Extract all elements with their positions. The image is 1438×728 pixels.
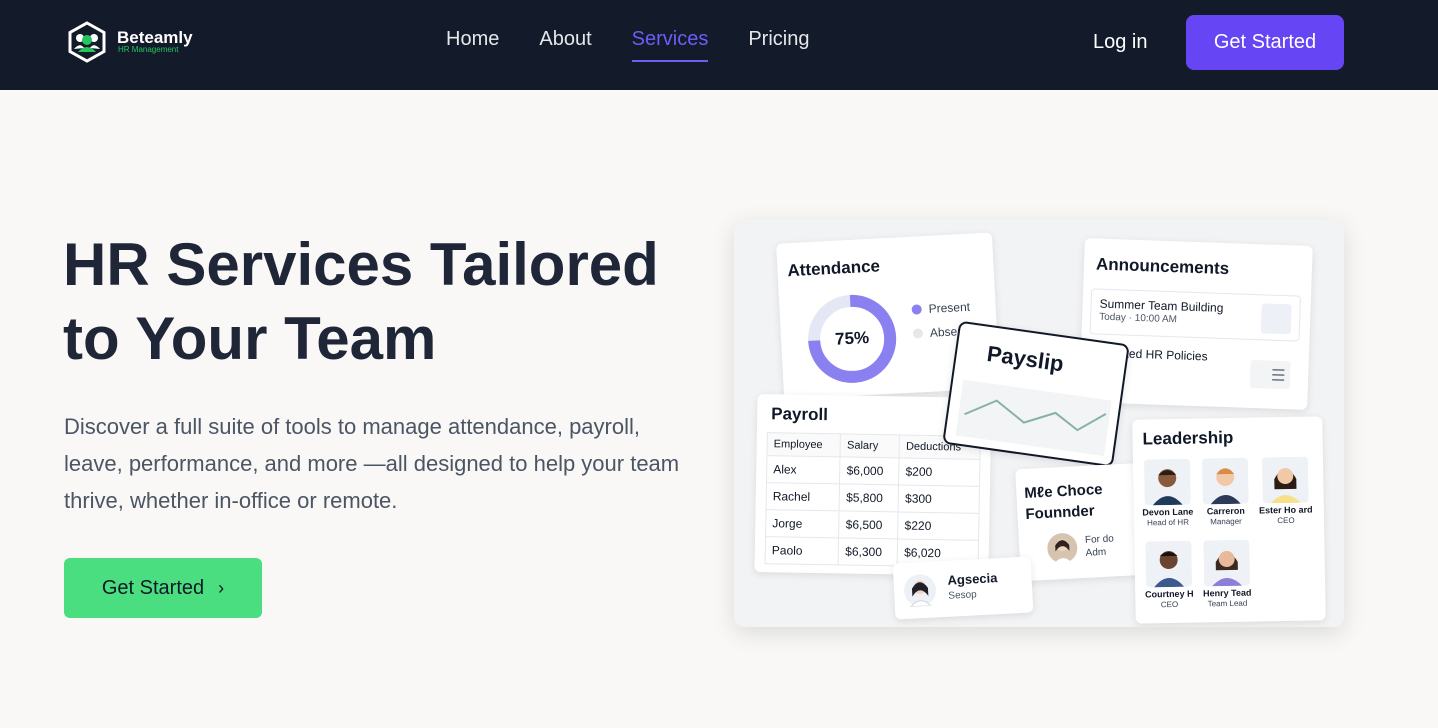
- deduction-cell: $220: [897, 511, 980, 541]
- deduction-cell: $300: [898, 484, 980, 514]
- leader-profile: Courtney H CEO: [1140, 540, 1197, 610]
- deduction-cell: $200: [898, 457, 980, 487]
- leader-name: Courtney H: [1144, 588, 1194, 600]
- nav-get-started-button[interactable]: Get Started: [1186, 15, 1344, 70]
- main-nav: Home About Services Pricing: [446, 28, 809, 62]
- founder-card: Mℓe Choce Founnder For do Adm: [1015, 462, 1151, 582]
- leader-role: Manager: [1210, 516, 1242, 527]
- chevron-right-icon: ›: [218, 577, 225, 598]
- leader-profile: Ester Ho ard CEO: [1257, 456, 1314, 526]
- founder-title-line2: Founnder: [1025, 502, 1096, 523]
- avatar: [1201, 457, 1249, 505]
- payslip-card: Payslip: [942, 320, 1130, 468]
- leader-name: Carreron: [1206, 505, 1245, 517]
- avatar: [1143, 458, 1191, 506]
- avatar: [1047, 533, 1078, 564]
- profile-name: Agsecia: [947, 570, 998, 588]
- hero-title-line2: to Your Team: [63, 305, 437, 372]
- payroll-title: Payroll: [771, 404, 829, 425]
- nav-link-pricing[interactable]: Pricing: [748, 28, 809, 62]
- announcement-thumbnail: [1260, 303, 1292, 335]
- leader-role: Head of HR: [1147, 517, 1190, 528]
- brand-tagline: HR Management: [118, 45, 179, 54]
- leader-profile: Devon Lane Head of HR: [1139, 458, 1196, 528]
- leader-profile: Henry Tead Team Lead: [1198, 539, 1255, 609]
- payslip-trend-line-icon: [955, 379, 1112, 457]
- profile-card: Agsecia Sesop: [892, 556, 1034, 620]
- founder-subtitle: For do Adm: [1085, 532, 1115, 559]
- leader-name: Devon Lane: [1142, 506, 1194, 518]
- leader-name: Ester Ho ard: [1258, 504, 1313, 516]
- announcements-title: Announcements: [1095, 254, 1230, 279]
- attendance-title: Attendance: [786, 256, 881, 281]
- legend-present: Present: [911, 300, 970, 317]
- leader-profile: Carreron Manager: [1197, 457, 1254, 527]
- brand-logo[interactable]: Beteamly HR Management: [66, 21, 193, 63]
- payslip-title: Payslip: [985, 340, 1066, 377]
- login-link[interactable]: Log in: [1093, 31, 1148, 54]
- profile-role: Sesop: [948, 589, 978, 602]
- avatar: [1145, 540, 1193, 588]
- hero-illustration: Attendance 75% Present Absent Announceme…: [734, 220, 1344, 627]
- legend-absent-swatch: [912, 328, 924, 339]
- leader-role: Team Lead: [1207, 598, 1248, 609]
- leader-name: Henry Tead: [1203, 587, 1252, 599]
- attendance-value: 75%: [834, 328, 870, 349]
- top-navbar: Beteamly HR Management Home About Servic…: [0, 0, 1438, 90]
- salary-cell: $6,000: [839, 456, 900, 485]
- salary-cell: $6,300: [838, 537, 898, 566]
- employee-cell: Jorge: [765, 509, 840, 538]
- column-header: Salary: [840, 433, 900, 458]
- employee-cell: Alex: [766, 455, 841, 484]
- table-row: Rachel $5,800 $300: [766, 482, 980, 514]
- hero-description: Discover a full suite of tools to manage…: [64, 414, 680, 513]
- nav-link-about[interactable]: About: [539, 28, 591, 62]
- legend-present-swatch: [911, 304, 922, 315]
- hero-get-started-button[interactable]: Get Started ›: [64, 558, 262, 618]
- founder-title: Mℓe Choce Founnder: [1024, 479, 1104, 525]
- avatar: [1261, 456, 1309, 504]
- announcement-item: Summer Team Building Today · 10:00 AM: [1089, 288, 1302, 342]
- avatar: [1203, 539, 1251, 587]
- salary-cell: $6,500: [838, 510, 899, 539]
- employee-cell: Paolo: [765, 536, 839, 565]
- founder-sub-line1: For do: [1084, 533, 1115, 546]
- team-hexagon-logo-icon: [68, 21, 106, 63]
- table-row: Alex $6,000 $200: [766, 455, 980, 487]
- leadership-title: Leadership: [1142, 427, 1234, 449]
- hero-title: HR Services Tailored to Your Team: [63, 228, 703, 376]
- column-header: Employee: [766, 432, 841, 457]
- document-lines-icon: [1249, 359, 1291, 390]
- leadership-card: Leadership Devon Lane Head of HR Carrero…: [1132, 416, 1326, 624]
- salary-cell: $5,800: [839, 483, 899, 512]
- leader-role: CEO: [1160, 599, 1179, 610]
- nav-link-services[interactable]: Services: [631, 28, 708, 62]
- announcement-time: Today · 10:00 AM: [1098, 311, 1178, 326]
- founder-sub-line2: Adm: [1085, 546, 1107, 559]
- payroll-table: Employee Salary Deductions Alex $6,000 $…: [765, 432, 981, 568]
- employee-cell: Rachel: [766, 482, 840, 511]
- table-row: Jorge $6,500 $220: [765, 509, 980, 541]
- avatar: [904, 574, 937, 608]
- nav-link-home[interactable]: Home: [446, 28, 499, 62]
- founder-title-line1: Mℓe Choce: [1023, 480, 1103, 503]
- leader-role: CEO: [1277, 515, 1295, 526]
- legend-present-label: Present: [928, 299, 971, 316]
- brand-name: Beteamly: [117, 28, 193, 47]
- hero-title-line1: HR Services Tailored: [63, 231, 659, 298]
- hero-cta-label: Get Started: [101, 576, 205, 599]
